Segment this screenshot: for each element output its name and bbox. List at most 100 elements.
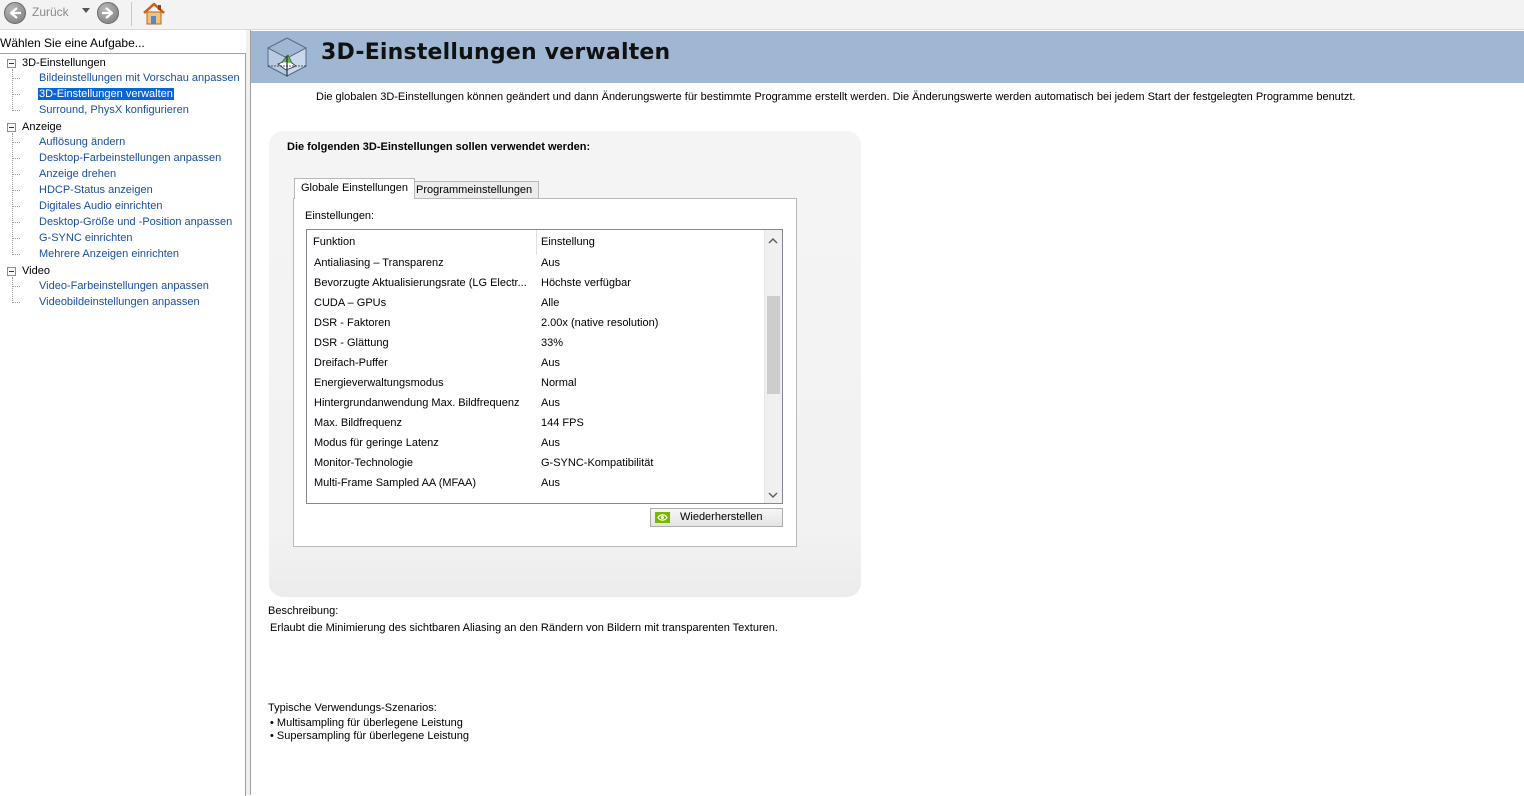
- usage-item-text: Multisampling für überlegene Leistung: [276, 717, 463, 729]
- sidebar-item-desktop-size-position[interactable]: Desktop-Größe und -Position anpassen: [38, 216, 233, 228]
- row-function: Bevorzugte Aktualisierungsrate (LG Elect…: [314, 277, 527, 289]
- column-header-function[interactable]: Funktion: [313, 236, 355, 248]
- sidebar-item-image-settings-preview[interactable]: Bildeinstellungen mit Vorschau anpassen: [38, 72, 241, 84]
- row-setting: G-SYNC-Kompatibilität: [541, 457, 654, 469]
- settings-list[interactable]: Funktion Einstellung Antialiasing – Tran…: [306, 229, 783, 504]
- sidebar-item-video-image[interactable]: Videobildeinstellungen anpassen: [38, 296, 201, 308]
- history-dropdown-icon[interactable]: [82, 8, 90, 13]
- tree-connector: [12, 277, 13, 303]
- arrow-right-icon: [102, 7, 114, 19]
- list-scrollbar[interactable]: [764, 230, 782, 503]
- toolbar: Zurück: [0, 0, 1524, 30]
- row-function: Multi-Frame Sampled AA (MFAA): [314, 477, 476, 489]
- description-title: Beschreibung:: [268, 605, 339, 617]
- row-setting: 144 FPS: [541, 417, 584, 429]
- scroll-down-icon[interactable]: [768, 490, 778, 502]
- table-row[interactable]: Antialiasing – Transparenz Aus: [307, 254, 764, 274]
- home-button[interactable]: [141, 1, 167, 26]
- back-label[interactable]: Zurück: [32, 5, 69, 19]
- collapse-3d-settings-icon[interactable]: [7, 59, 16, 68]
- table-row[interactable]: Monitor-Technologie G-SYNC-Kompatibilität: [307, 454, 764, 474]
- tree-connector: [12, 69, 13, 111]
- tree-connector: [13, 286, 20, 287]
- row-setting: Aus: [541, 357, 560, 369]
- row-function: CUDA – GPUs: [314, 297, 387, 309]
- row-function: Max. Bildfrequenz: [314, 417, 403, 429]
- task-heading: Wählen Sie eine Aufgabe...: [0, 36, 145, 50]
- sidebar-item-hdcp-status[interactable]: HDCP-Status anzeigen: [38, 184, 154, 196]
- sidebar-item-manage-3d-settings[interactable]: 3D-Einstellungen verwalten: [38, 88, 174, 100]
- table-row[interactable]: Modus für geringe Latenz Aus: [307, 434, 764, 454]
- restore-button[interactable]: Wiederherstellen: [650, 508, 783, 527]
- column-divider[interactable]: [536, 230, 537, 255]
- back-button[interactable]: [4, 2, 26, 24]
- tab-global-settings[interactable]: Globale Einstellungen: [294, 178, 416, 199]
- row-function: Energieverwaltungsmodus: [314, 377, 444, 389]
- table-row[interactable]: CUDA – GPUs Alle: [307, 294, 764, 314]
- sidebar-item-rotate-display[interactable]: Anzeige drehen: [38, 168, 117, 180]
- row-setting: Aus: [541, 257, 560, 269]
- tree-connector: [13, 302, 20, 303]
- usage-item-text: Supersampling für überlegene Leistung: [276, 730, 469, 742]
- scroll-up-icon[interactable]: [768, 235, 778, 247]
- table-row[interactable]: Bevorzugte Aktualisierungsrate (LG Elect…: [307, 274, 764, 294]
- arrow-left-icon: [9, 7, 21, 19]
- nvidia-logo-icon: [655, 512, 670, 523]
- sidebar-item-change-resolution[interactable]: Auflösung ändern: [38, 136, 126, 148]
- settings-heading: Die folgenden 3D-Einstellungen sollen ve…: [287, 141, 591, 153]
- row-setting: Aus: [541, 397, 560, 409]
- sidebar-item-video-color[interactable]: Video-Farbeinstellungen anpassen: [38, 280, 210, 292]
- tree-connector: [13, 158, 20, 159]
- tree-category-display[interactable]: Anzeige: [22, 121, 62, 133]
- table-row[interactable]: Multi-Frame Sampled AA (MFAA) Aus: [307, 474, 764, 494]
- row-setting: Alle: [541, 297, 560, 309]
- usage-title: Typische Verwendungs-Szenarios:: [268, 702, 437, 714]
- forward-button[interactable]: [97, 2, 119, 24]
- row-setting: Aus: [541, 477, 560, 489]
- tree-connector: [13, 174, 20, 175]
- table-row[interactable]: Hintergrundanwendung Max. Bildfrequenz Au…: [307, 394, 764, 414]
- tree-category-3d-settings[interactable]: 3D-Einstellungen: [22, 57, 106, 69]
- column-header-setting[interactable]: Einstellung: [541, 236, 595, 248]
- table-row[interactable]: Energieverwaltungsmodus Normal: [307, 374, 764, 394]
- toolbar-separator: [131, 2, 132, 26]
- table-row[interactable]: Max. Bildfrequenz 144 FPS: [307, 414, 764, 434]
- row-function: Dreifach-Puffer: [314, 357, 388, 369]
- task-tree: 3D-Einstellungen Bildeinstellungen mit V…: [0, 53, 246, 796]
- row-function: Modus für geringe Latenz: [314, 437, 439, 449]
- usage-item: • Multisampling für überlegene Leistung: [270, 717, 463, 729]
- sidebar-item-desktop-color[interactable]: Desktop-Farbeinstellungen anpassen: [38, 152, 222, 164]
- table-row[interactable]: Dreifach-Puffer Aus: [307, 354, 764, 374]
- row-function: DSR - Faktoren: [314, 317, 391, 329]
- description-text: Erlaubt die Minimierung des sichtbaren A…: [270, 622, 778, 634]
- tree-connector: [13, 222, 20, 223]
- sidebar-item-gsync[interactable]: G-SYNC einrichten: [38, 232, 134, 244]
- home-icon: [143, 2, 165, 25]
- tree-connector: [13, 190, 20, 191]
- panel-splitter[interactable]: [246, 30, 251, 795]
- sidebar-item-digital-audio[interactable]: Digitales Audio einrichten: [38, 200, 164, 212]
- task-panel: Wählen Sie eine Aufgabe... 3D-Einstellun…: [0, 30, 251, 796]
- 3d-settings-icon: [264, 36, 310, 80]
- collapse-video-icon[interactable]: [7, 267, 16, 276]
- intro-text: Die globalen 3D-Einstellungen können geä…: [316, 91, 1356, 103]
- row-setting: Höchste verfügbar: [541, 277, 631, 289]
- tree-category-video[interactable]: Video: [22, 265, 50, 277]
- tree-connector: [12, 133, 13, 255]
- tree-connector: [13, 238, 20, 239]
- table-row[interactable]: DSR - Glättung 33%: [307, 334, 764, 354]
- scroll-thumb[interactable]: [767, 296, 780, 394]
- tree-connector: [13, 142, 20, 143]
- row-function: Hintergrundanwendung Max. Bildfrequenz: [314, 397, 520, 409]
- row-function: Monitor-Technologie: [314, 457, 414, 469]
- row-setting: 2.00x (native resolution): [541, 317, 659, 329]
- collapse-display-icon[interactable]: [7, 123, 16, 132]
- tree-connector: [13, 94, 20, 95]
- sidebar-item-multiple-displays[interactable]: Mehrere Anzeigen einrichten: [38, 248, 180, 260]
- restore-label: Wiederherstellen: [680, 511, 763, 523]
- table-row[interactable]: DSR - Faktoren 2.00x (native resolution): [307, 314, 764, 334]
- row-setting: Normal: [541, 377, 577, 389]
- sidebar-item-surround-physx[interactable]: Surround, PhysX konfigurieren: [38, 104, 190, 116]
- usage-item: • Supersampling für überlegene Leistung: [270, 730, 469, 742]
- tree-connector: [13, 206, 20, 207]
